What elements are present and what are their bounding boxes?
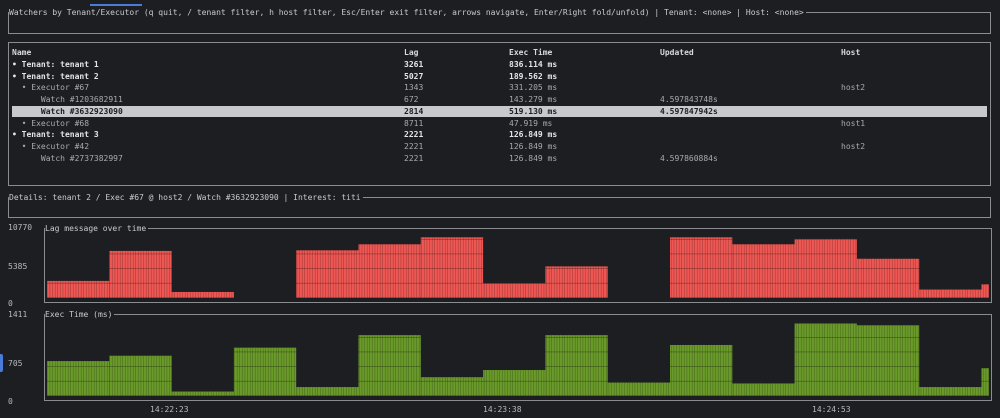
chart-bar: [171, 291, 234, 298]
row-exec-time: 331.205 ms: [509, 83, 558, 93]
chart-bar: [420, 377, 484, 396]
table-header: Name Lag Exec Time Updated Host: [12, 47, 987, 58]
chart-bar: [919, 289, 982, 298]
chart-bar: [545, 335, 608, 396]
row-lag: 8711: [404, 118, 424, 128]
chart-bar: [420, 237, 484, 298]
chart-bar: [358, 335, 421, 396]
table-row[interactable]: • Executor #68 8711 47.919 ms host1: [12, 118, 987, 129]
chart-bar: [296, 250, 359, 298]
row-exec-time: 126.849 ms: [509, 141, 558, 151]
table-row[interactable]: Watch #1203682911 672 143.279 ms 4.59784374…: [12, 94, 987, 105]
chart-bar: [483, 370, 546, 396]
row-exec-time: 519.130 ms: [509, 106, 558, 116]
chart-bar: [233, 347, 297, 396]
row-lag: 3261: [404, 60, 424, 69]
lag-y-tick-mid: 5385: [8, 262, 28, 271]
row-host: host2: [841, 83, 866, 93]
chart-bar: [670, 344, 733, 396]
row-lag: 5027: [404, 71, 424, 81]
chart-bar: [856, 325, 920, 396]
table-row[interactable]: • Executor #42 2221 126.849 ms host2: [12, 141, 987, 152]
details-panel: Details: tenant 2 / Exec #67 @ host2 / W…: [8, 192, 991, 218]
chart-bar: [670, 237, 733, 298]
exec-time-chart: Exec Time (ms): [44, 309, 992, 401]
table-row[interactable]: • Tenant: tenant 1 3261 836.114 ms: [12, 59, 987, 70]
row-name: Watch #1203682911: [12, 95, 123, 105]
row-updated: 4.597860884s: [660, 153, 718, 163]
row-name: Watch #3632923090: [12, 106, 123, 116]
row-lag: 672: [404, 95, 419, 105]
column-header-updated: Updated: [660, 48, 694, 57]
chart-bar: [296, 387, 359, 396]
chart-bar: [919, 387, 982, 396]
row-name: • Tenant: tenant 3: [12, 130, 99, 140]
chart-bar: [732, 383, 795, 396]
scroll-indicator[interactable]: [0, 354, 3, 372]
row-name: • Executor #67: [12, 83, 90, 93]
lag-y-tick-min: 0: [8, 299, 13, 308]
row-host: host1: [841, 118, 866, 128]
chart-bar: [794, 238, 857, 298]
chart-bar: [545, 266, 608, 298]
chart-bar: [794, 323, 857, 396]
watchers-filter-panel: Watchers by Tenant/Executor (q quit, / t…: [8, 7, 991, 34]
x-tick-2: 14:23:38: [483, 405, 522, 414]
row-name: • Tenant: tenant 1: [12, 60, 99, 69]
chart-bar: [607, 382, 670, 396]
row-exec-time: 126.849 ms: [509, 130, 558, 140]
x-tick-1: 14:22:23: [150, 405, 189, 414]
watchers-panel-title: Watchers by Tenant/Executor (q quit, / t…: [9, 7, 806, 18]
row-exec-time: 836.114 ms: [509, 60, 558, 69]
lag-chart: Lag message over time: [44, 223, 992, 303]
exec-y-tick-max: 1411: [8, 310, 28, 319]
chart-bar: [171, 391, 234, 396]
row-lag: 1343: [404, 83, 424, 93]
column-header-name: Name: [12, 48, 32, 57]
column-header-lag: Lag: [404, 48, 419, 57]
row-updated: 4.597847942s: [660, 106, 718, 116]
chart-bar: [109, 250, 172, 298]
row-lag: 2221: [404, 130, 424, 140]
chart-bar: [856, 258, 920, 298]
chart-bar: [358, 244, 421, 298]
row-exec-time: 47.919 ms: [509, 118, 553, 128]
row-name: • Tenant: tenant 2: [12, 71, 99, 81]
chart-bar: [47, 280, 110, 298]
row-lag: 2814: [404, 106, 424, 116]
row-host: host2: [841, 141, 866, 151]
column-header-exec-time: Exec Time: [509, 48, 553, 57]
chart-bar: [732, 244, 795, 298]
row-lag: 2221: [404, 153, 424, 163]
row-updated: 4.597843748s: [660, 95, 718, 105]
row-exec-time: 126.849 ms: [509, 153, 558, 163]
row-name: • Executor #68: [12, 118, 90, 128]
table-row[interactable]: Watch #2737382997 2221 126.849 ms 4.5978608…: [12, 153, 987, 164]
chart-bar: [981, 284, 989, 298]
column-header-host: Host: [841, 48, 861, 57]
exec-y-tick-mid: 705: [8, 359, 23, 368]
row-lag: 2221: [404, 141, 424, 151]
table-row[interactable]: • Tenant: tenant 3 2221 126.849 ms: [12, 129, 987, 140]
row-name: • Executor #42: [12, 141, 90, 151]
chart-bar: [109, 355, 172, 396]
table-row[interactable]: • Tenant: tenant 2 5027 189.562 ms: [12, 71, 987, 82]
row-exec-time: 189.562 ms: [509, 71, 558, 81]
lag-y-tick-max: 10770: [8, 223, 33, 232]
table-row[interactable]: • Executor #67 1343 331.205 ms host2: [12, 82, 987, 93]
chart-bar: [47, 361, 110, 396]
x-tick-3: 14:24:53: [812, 405, 851, 414]
row-name: Watch #2737382997: [12, 153, 123, 163]
row-exec-time: 143.279 ms: [509, 95, 558, 105]
active-tab-indicator[interactable]: [90, 4, 142, 6]
table-row[interactable]: Watch #3632923090 2814 519.130 ms 4.5978479…: [12, 105, 987, 117]
watchers-table: Name Lag Exec Time Updated Host • Tenant…: [8, 42, 991, 186]
details-panel-title: Details: tenant 2 / Exec #67 @ host2 / W…: [9, 192, 363, 203]
chart-bar: [483, 283, 546, 298]
exec-y-tick-min: 0: [8, 397, 13, 406]
chart-bar: [981, 368, 989, 396]
